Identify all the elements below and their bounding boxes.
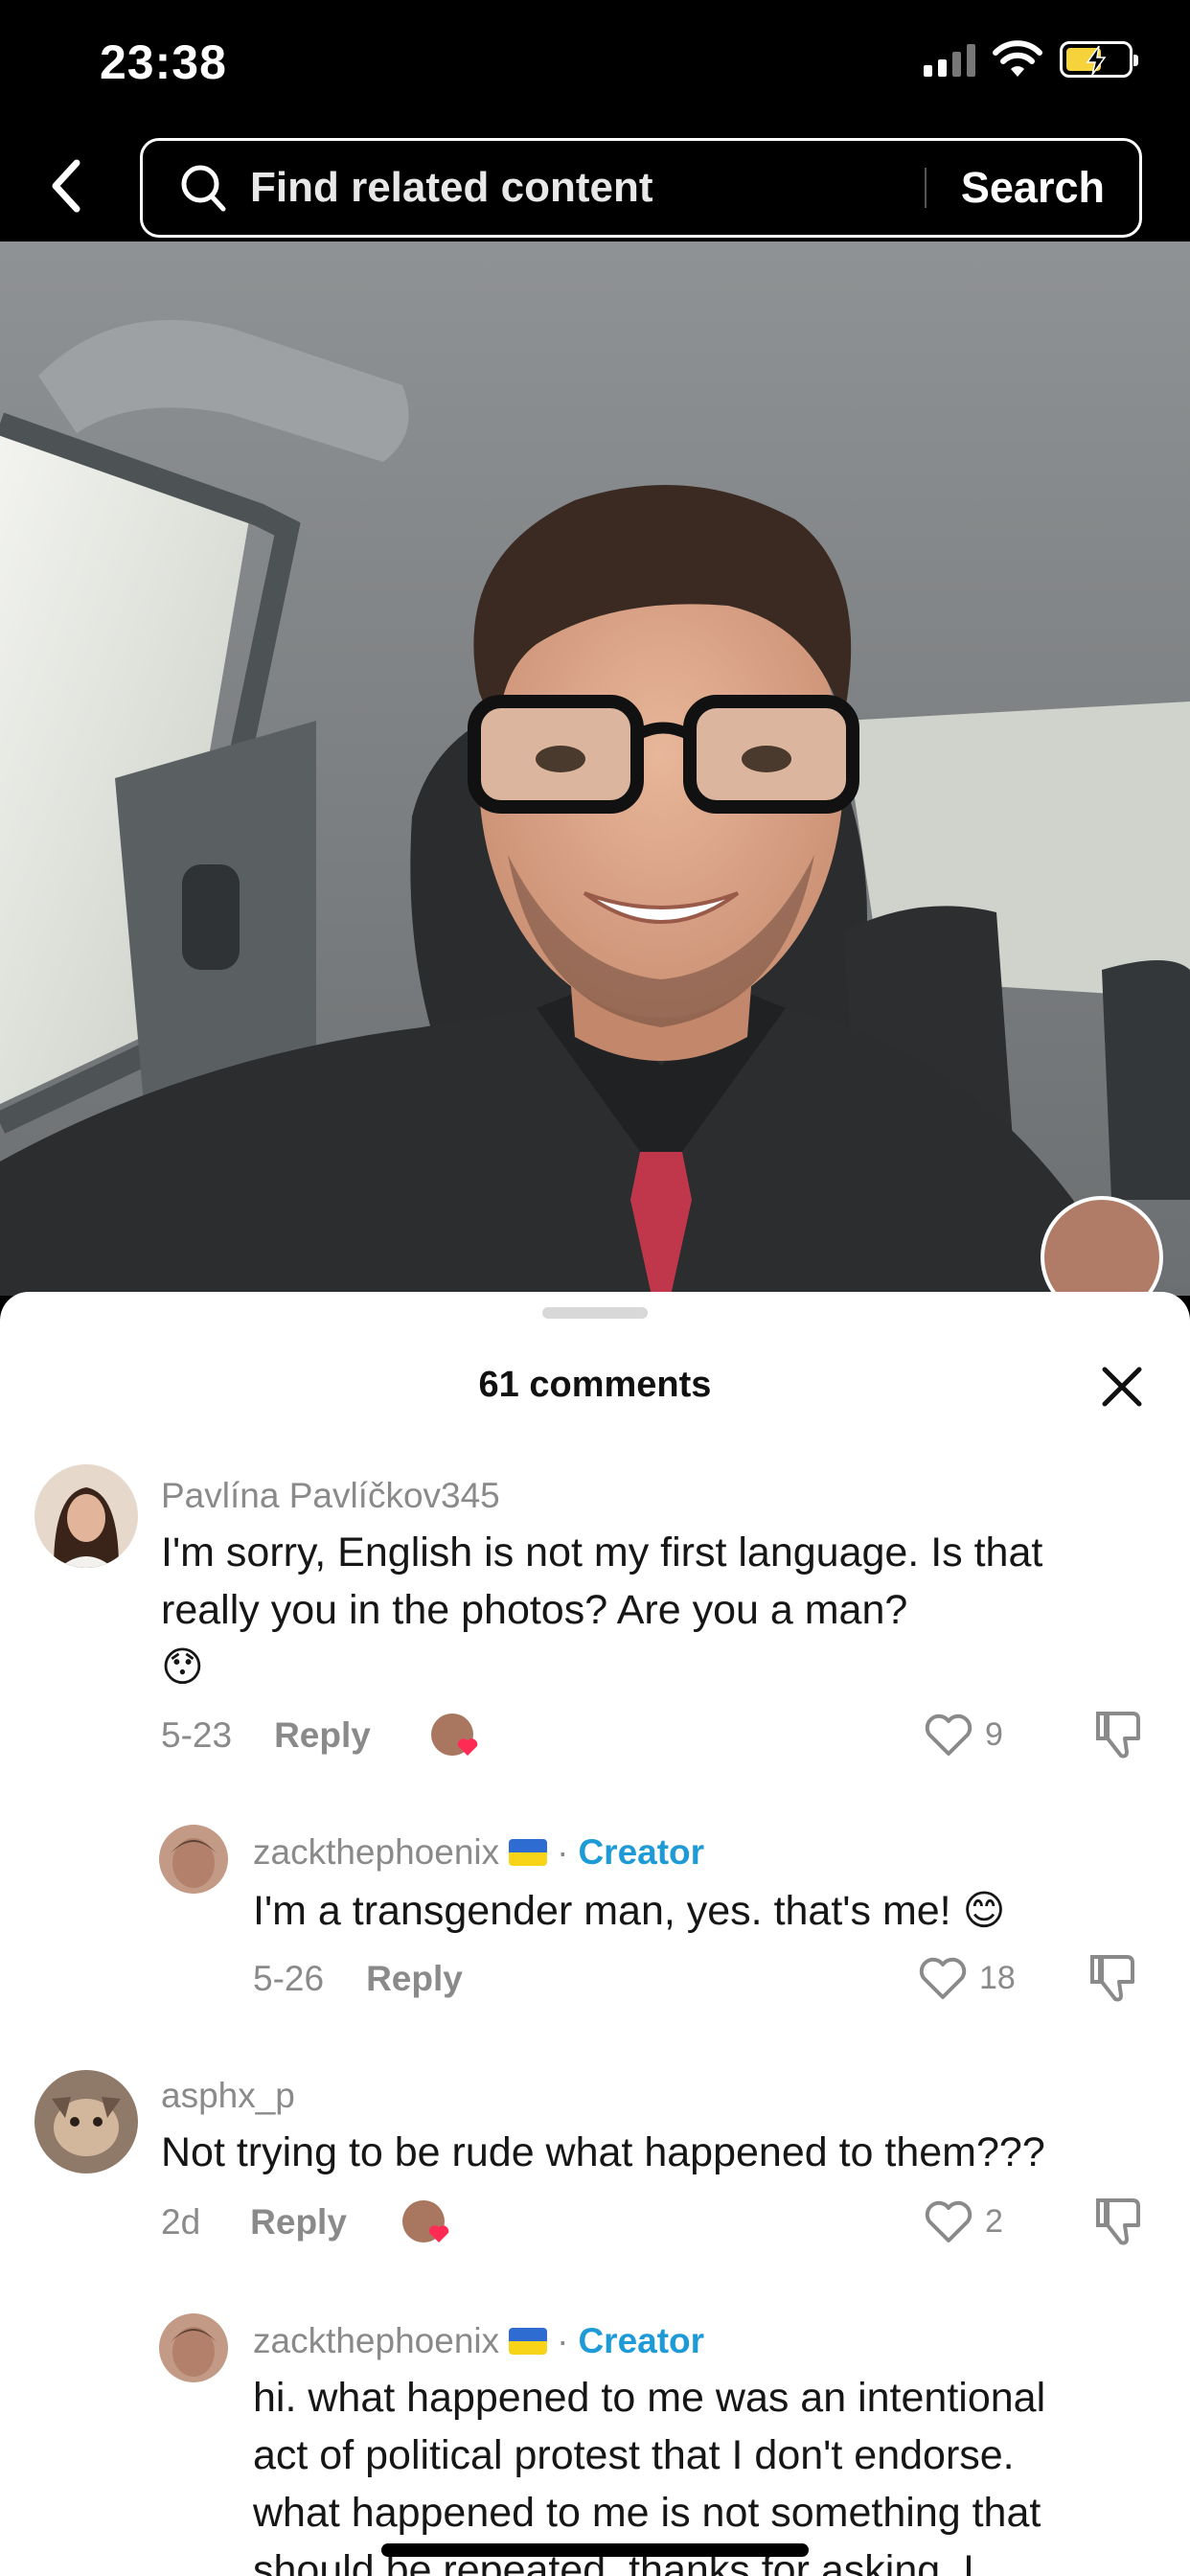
heart-outline-icon [925, 1714, 973, 1756]
back-chevron-icon [52, 159, 80, 213]
status-time: 23:38 [100, 35, 227, 89]
heart-outline-icon [925, 2200, 973, 2242]
search-button[interactable]: Search [927, 163, 1139, 213]
ukraine-flag-icon [509, 1839, 548, 1866]
like-button[interactable]: 18 [918, 1955, 1016, 2001]
comment-username[interactable]: zackthephoenix · Creator [253, 2321, 704, 2361]
dislike-icon [1090, 1955, 1134, 2002]
cellular-signal-icon [924, 42, 975, 77]
close-button[interactable] [1100, 1365, 1144, 1409]
reply-button[interactable]: Reply [274, 1715, 371, 1756]
heart-outline-icon [919, 1957, 967, 1999]
avatar[interactable] [34, 2070, 138, 2174]
comment-text: I'm a transgender man, yes. that's me! 😊 [253, 1888, 1006, 1934]
dislike-icon [1096, 1712, 1140, 1759]
comments-sheet: 61 comments Pavlína Pavlíčkov345 I'm sor… [0, 1292, 1190, 2576]
search-bar[interactable]: Find related content Search [140, 138, 1142, 238]
home-indicator[interactable] [381, 2543, 809, 2557]
comment-item: asphx_p Not trying to be rude what happe… [0, 2070, 1190, 2281]
battery-icon [1060, 41, 1138, 78]
comment-reply-item: zackthephoenix · Creator I'm a transgend… [0, 1825, 1190, 2026]
post-photo[interactable] [0, 242, 1190, 1296]
comment-username[interactable]: zackthephoenix · Creator [253, 1832, 704, 1873]
comment-meta: 5-26 Reply [253, 1959, 463, 1999]
ukraine-flag-icon [509, 2328, 548, 2355]
comment-text: Not trying to be rude what happened to t… [161, 2129, 1045, 2175]
dislike-button[interactable] [1088, 1951, 1138, 2010]
like-count: 18 [979, 1959, 1016, 1996]
reply-button[interactable]: Reply [366, 1959, 463, 1999]
dislike-button[interactable] [1094, 1708, 1144, 1766]
like-button[interactable]: 2 [924, 2198, 1003, 2244]
status-bar: 23:38 [0, 0, 1190, 134]
search-icon [177, 161, 231, 215]
comment-date: 5-26 [253, 1959, 325, 1998]
like-button[interactable]: 9 [924, 1712, 1003, 1758]
search-input[interactable]: Find related content [250, 164, 925, 212]
avatar[interactable] [159, 1825, 228, 1894]
avatar[interactable] [159, 2313, 228, 2382]
comment-item: Pavlína Pavlíčkov345 I'm sorry, English … [0, 1464, 1190, 1781]
dislike-icon [1096, 2198, 1140, 2245]
comment-username[interactable]: asphx_p [161, 2076, 295, 2116]
comment-date: 2d [161, 2202, 201, 2242]
creator-badge: Creator [578, 2321, 705, 2360]
search-header: Find related content Search [0, 134, 1190, 242]
comment-meta: 5-23 Reply [161, 1715, 371, 1756]
sheet-grabber[interactable] [542, 1307, 648, 1319]
creator-badge: Creator [578, 1832, 705, 1872]
avatar[interactable] [34, 1464, 138, 1568]
like-count: 2 [985, 2202, 1003, 2240]
like-count: 9 [985, 1715, 1003, 1753]
liked-by-creator-icon [400, 2198, 454, 2253]
status-icons [924, 40, 1138, 79]
wifi-icon [993, 40, 1042, 77]
comment-reply-item: zackthephoenix · Creator hi. what happen… [0, 2313, 1190, 2576]
comment-username[interactable]: Pavlína Pavlíčkov345 [161, 1476, 500, 1516]
comments-count-title: 61 comments [478, 1365, 712, 1405]
liked-by-creator-icon [429, 1712, 483, 1766]
comment-meta: 2d Reply [161, 2202, 347, 2242]
dislike-button[interactable] [1094, 2195, 1144, 2253]
back-button[interactable] [38, 157, 96, 215]
reply-button[interactable]: Reply [250, 2202, 347, 2242]
close-icon [1102, 1367, 1142, 1407]
comment-date: 5-23 [161, 1715, 233, 1755]
comment-text: I'm sorry, English is not my first langu… [161, 1530, 1043, 1690]
